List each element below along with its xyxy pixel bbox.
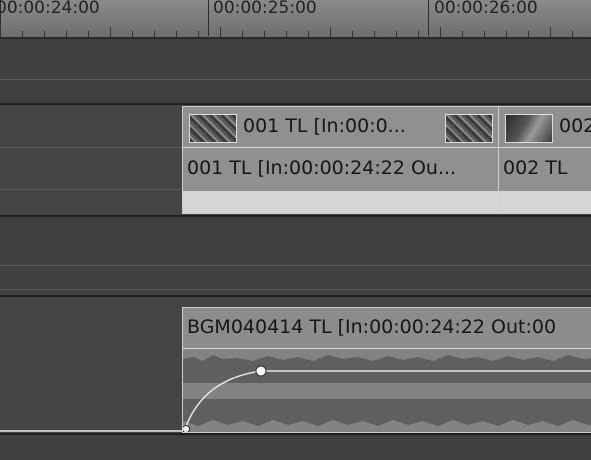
- clip-thumbnail-in: [505, 114, 553, 143]
- ruler-minor-tick: [572, 31, 573, 37]
- ruler-label-25: 00:00:25:00: [213, 0, 317, 18]
- track-divider: [0, 79, 591, 80]
- ruler-minor-tick: [176, 31, 177, 37]
- ruler-minor-tick: [44, 31, 45, 37]
- ruler-minor-tick: [66, 31, 67, 37]
- ruler-minor-tick: [396, 31, 397, 37]
- ruler-minor-tick: [374, 31, 375, 37]
- ruler-minor-tick: [286, 31, 287, 37]
- ruler-minor-tick: [154, 31, 155, 37]
- ruler-minor-tick: [528, 31, 529, 37]
- track-divider: [0, 289, 591, 290]
- track-divider: [0, 265, 591, 266]
- ruler-label-26: 00:00:26:00: [434, 0, 538, 18]
- video-clip-001[interactable]: 001 TL [In:00:0... 001 TL [In:00:00:24:2…: [182, 106, 499, 214]
- ruler-minor-tick: [330, 27, 331, 37]
- clip-keyframe-area[interactable]: [183, 191, 498, 213]
- clip-divider: [183, 147, 498, 148]
- ruler-minor-tick: [308, 31, 309, 37]
- ruler-minor-tick: [550, 27, 551, 37]
- volume-keyframe-start[interactable]: [183, 425, 190, 433]
- ruler-tick: [428, 0, 429, 36]
- ruler-tick: [208, 0, 209, 36]
- clip-002-name-label: 002 TL: [503, 157, 568, 179]
- clip-keyframe-area[interactable]: [499, 191, 591, 213]
- clip-001-name-label: 001 TL [In:00:00:24:22 Ou...: [187, 157, 457, 179]
- ruler-minor-tick: [220, 27, 221, 37]
- ruler-minor-tick: [462, 31, 463, 37]
- ruler-minor-tick: [132, 31, 133, 37]
- audio-clip-bgm[interactable]: BGM040414 TL [In:00:00:24:22 Out:00: [182, 307, 591, 433]
- ruler-minor-tick: [22, 31, 23, 37]
- timeline-ruler[interactable]: 00:00:24:00 00:00:25:00 00:00:26:00: [0, 0, 591, 39]
- ruler-minor-tick: [110, 27, 111, 37]
- empty-track-lower[interactable]: [0, 435, 591, 460]
- audio-level-line: [0, 430, 182, 432]
- empty-track-upper[interactable]: [0, 39, 591, 103]
- audio-clip-label: BGM040414 TL [In:00:00:24:22 Out:00: [187, 316, 557, 338]
- clip-002-thumb-label: 002: [559, 115, 591, 137]
- ruler-minor-tick: [484, 31, 485, 37]
- ruler-minor-tick: [88, 31, 89, 37]
- ruler-minor-tick: [264, 31, 265, 37]
- ruler-minor-tick: [242, 31, 243, 37]
- audio-waveform[interactable]: [183, 349, 591, 433]
- video-clip-002[interactable]: 002 002 TL: [498, 106, 591, 214]
- ruler-minor-tick: [440, 27, 441, 37]
- empty-track-middle[interactable]: [0, 217, 591, 295]
- ruler-minor-tick: [198, 31, 199, 37]
- clip-thumbnail-in: [189, 114, 237, 143]
- ruler-minor-tick: [418, 31, 419, 37]
- clip-thumbnail-out: [445, 114, 493, 143]
- ruler-minor-tick: [352, 31, 353, 37]
- ruler-minor-tick: [0, 27, 1, 37]
- ruler-label-24: 00:00:24:00: [0, 0, 100, 18]
- clip-001-thumb-label: 001 TL [In:00:0...: [243, 115, 406, 137]
- clip-divider: [499, 147, 591, 148]
- volume-keyframe-point[interactable]: [255, 365, 267, 377]
- ruler-minor-tick: [506, 31, 507, 37]
